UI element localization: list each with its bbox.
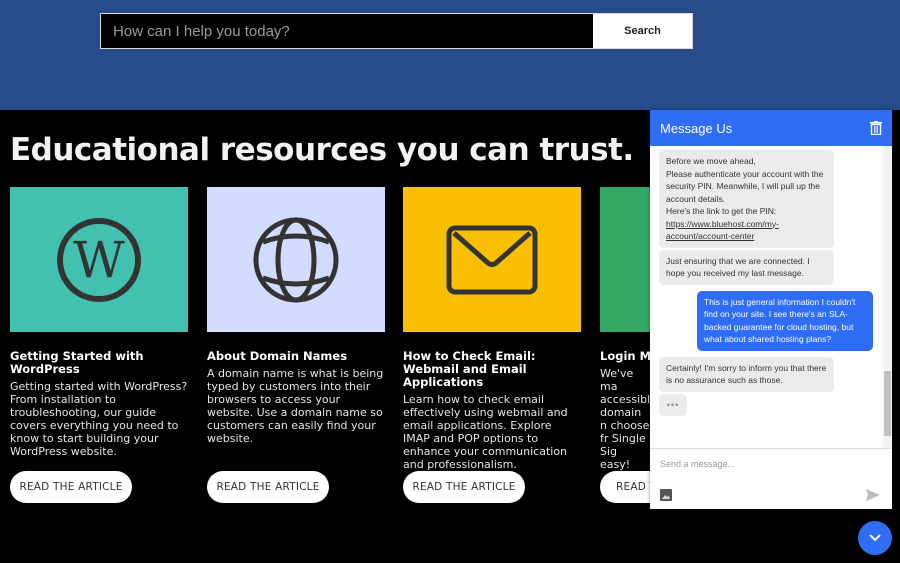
user-message: This is just general information I could… — [697, 290, 873, 351]
scrollbar-thumb[interactable] — [884, 371, 891, 436]
read-article-button[interactable]: READ THE ARTICLE — [10, 471, 132, 503]
read-article-button[interactable]: READ T — [600, 471, 650, 503]
card-description: A domain name is what is being typed by … — [207, 367, 384, 445]
card-description: We've ma accessibl domain n choose fr Si… — [600, 367, 650, 471]
article-card: Login Ma We've ma accessibl domain n cho… — [600, 187, 650, 471]
card-description: Learn how to check email effectively usi… — [403, 393, 568, 471]
image-upload-icon[interactable] — [660, 489, 672, 501]
card-title: Getting Started with WordPress — [10, 349, 144, 376]
globe-icon — [253, 217, 339, 302]
agent-message: Just ensuring that we are connected. I h… — [659, 249, 834, 285]
search-input[interactable] — [101, 14, 593, 48]
typing-indicator: ••• — [659, 393, 687, 416]
send-icon[interactable] — [866, 489, 880, 501]
read-article-button[interactable]: READ THE ARTICLE — [207, 471, 329, 503]
svg-text:W: W — [73, 231, 125, 289]
card-title: How to Check Email: Webmail and Email Ap… — [403, 349, 536, 389]
chat-composer — [650, 448, 892, 509]
card-title: Login Ma — [600, 349, 650, 363]
article-card: About Domain Names A domain name is what… — [207, 187, 385, 445]
message-line: Here's the link to get the PIN: — [666, 206, 777, 216]
chevron-down-icon — [869, 534, 881, 542]
pin-link[interactable]: https://www.bluehost.com/my-account/acco… — [666, 219, 779, 242]
card-image[interactable] — [207, 187, 385, 332]
trash-icon[interactable] — [870, 121, 882, 135]
agent-message: Certainly! I'm sorry to inform you that … — [659, 356, 834, 392]
search-bar: Search — [100, 13, 693, 49]
card-description: Getting started with WordPress? From ins… — [10, 380, 188, 458]
section-title: Educational resources you can trust. — [10, 132, 634, 168]
search-button[interactable]: Search — [593, 14, 692, 48]
chat-messages: Before we move ahead, Please authenticat… — [650, 146, 892, 448]
read-article-button[interactable]: READ THE ARTICLE — [403, 471, 525, 503]
card-title: About Domain Names — [207, 349, 348, 363]
chat-widget: Message Us Before we move ahead, Please … — [650, 110, 892, 509]
chat-scrollbar[interactable] — [883, 146, 892, 448]
card-image[interactable] — [600, 187, 650, 332]
card-image[interactable] — [403, 187, 581, 332]
card-image[interactable]: W — [10, 187, 188, 332]
chat-header: Message Us — [650, 110, 892, 146]
message-line: Before we move ahead, — [666, 156, 756, 166]
article-card: How to Check Email: Webmail and Email Ap… — [403, 187, 581, 471]
chat-title: Message Us — [660, 120, 733, 136]
envelope-icon — [446, 225, 538, 294]
chat-minimize-button[interactable] — [858, 521, 892, 555]
agent-message: Before we move ahead, Please authenticat… — [659, 150, 834, 248]
article-card: W Getting Started with WordPress Getting… — [10, 187, 188, 458]
wordpress-icon: W — [57, 217, 141, 302]
message-line: Please authenticate your account with th… — [666, 168, 824, 204]
hero-banner: Search — [0, 0, 900, 110]
message-input[interactable] — [660, 459, 860, 469]
